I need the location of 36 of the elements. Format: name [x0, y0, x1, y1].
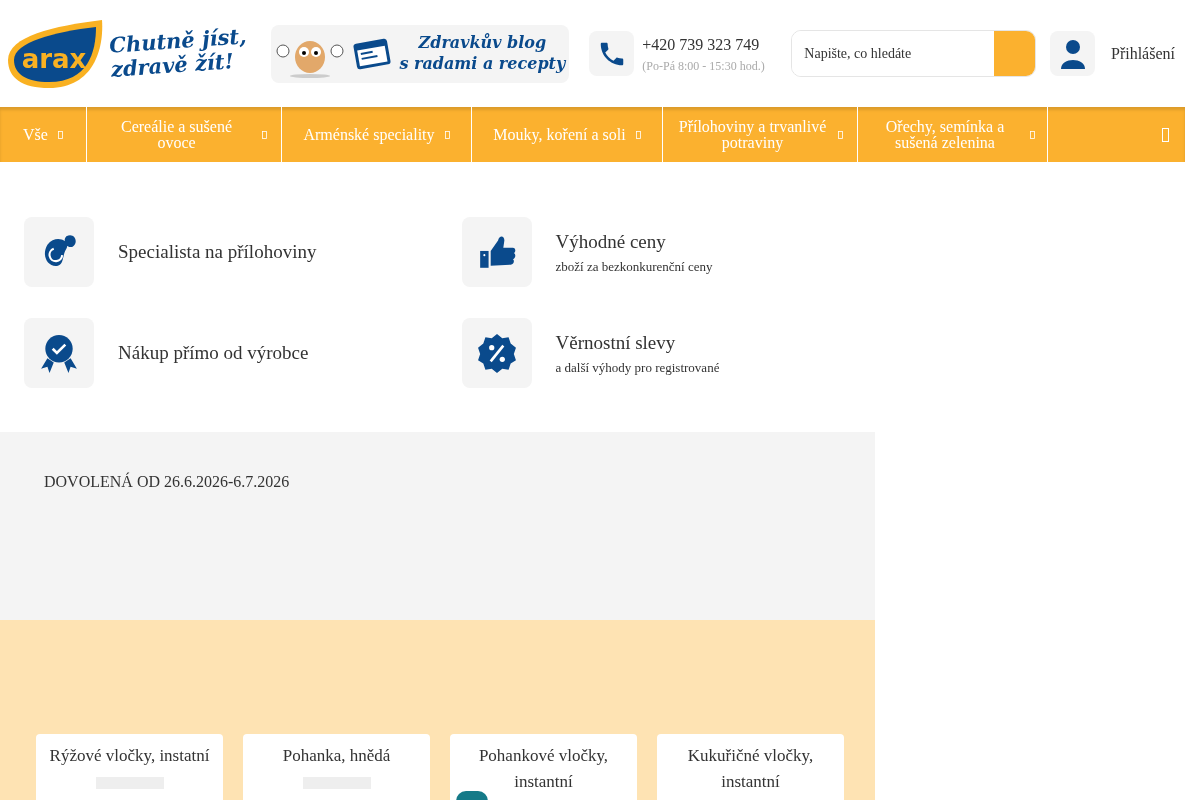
product-name: Kukuřičné vločky, instantní	[686, 745, 815, 793]
caret-icon	[635, 130, 641, 139]
slogan: Chutně jíst, zdravě žít!	[108, 24, 249, 83]
menu-icon[interactable]	[1162, 127, 1169, 142]
nav-item[interactable]: Vše	[0, 107, 87, 162]
product-name: Pohankové vločky, instantní	[477, 745, 610, 793]
search-field[interactable]: Napište, co hledáte	[791, 30, 1037, 77]
percent-icon	[476, 333, 517, 373]
vacation-notice: DOVOLENÁ OD 26.6.2026-6.7.2026	[44, 471, 291, 492]
badge-check-icon	[39, 333, 79, 373]
nav-item[interactable]: Cereálie a sušené ovoce	[87, 107, 282, 162]
user-icon	[1059, 38, 1086, 69]
blog-title: Zdravkův blog s radami a recepty	[399, 32, 566, 75]
nav-item[interactable]: Mouky, koření a soli	[472, 107, 663, 162]
search-button[interactable]	[994, 31, 1036, 76]
caret-icon	[261, 130, 267, 139]
feature-title: Specialista na přílohoviny	[118, 239, 317, 264]
product-name: Pohanka, hnědá	[281, 745, 392, 767]
nav-item[interactable]: Ořechy, semínka a sušená zelenina	[858, 107, 1048, 162]
login-link[interactable]: Přihlášení	[1111, 41, 1175, 66]
blog-banner[interactable]: Zdravkův blog s radami a recepty	[271, 24, 570, 83]
caret-icon	[444, 130, 450, 139]
opening-hours: (Po-Pá 8:00 - 15:30 hod.)	[642, 57, 766, 75]
product-name: Rýžové vločky, instatní	[48, 745, 211, 767]
feature-subtitle: zboží za bezkonkurenční ceny	[555, 257, 713, 276]
caret-icon	[837, 130, 843, 139]
nav-item[interactable]: Arménské speciality	[282, 107, 472, 162]
feature-title: Nákup přímo od výrobce	[118, 340, 309, 365]
feature-title: Výhodné ceny	[555, 230, 667, 254]
nav-item[interactable]: Přílohoviny a trvanlivé potraviny	[663, 107, 858, 162]
logo-wordmark: arax	[21, 43, 87, 74]
caret-icon	[1030, 130, 1035, 139]
feature-subtitle: a další výhody pro registrované	[555, 358, 720, 377]
feature-title: Věrnostní slevy	[555, 331, 677, 355]
phone-number[interactable]: +420 739 323 749	[642, 32, 768, 57]
caret-icon	[57, 130, 63, 139]
